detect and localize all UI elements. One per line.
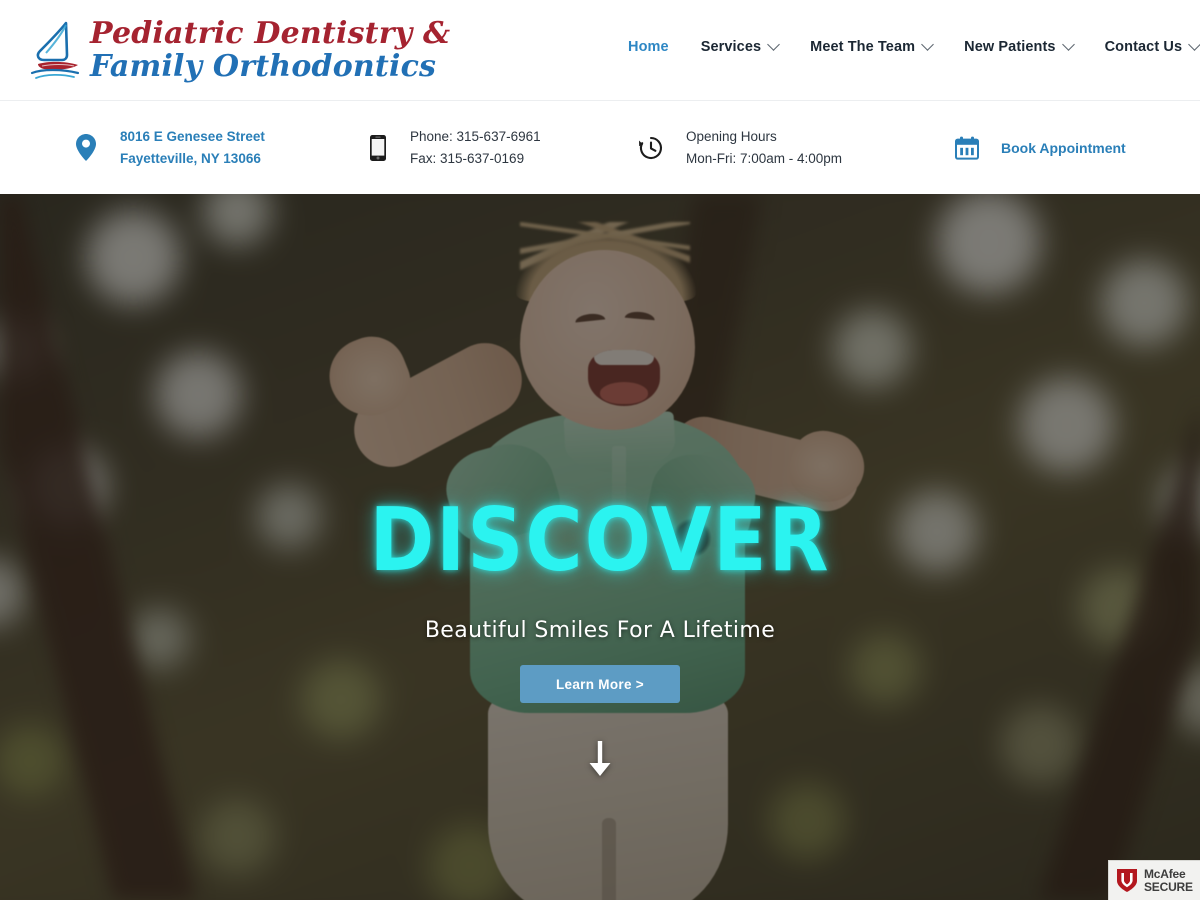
nav-label: New Patients [964,39,1056,55]
contact-info-bar: 8016 E Genesee Street Fayetteville, NY 1… [0,101,1200,194]
address-line-2: Fayetteville, NY 13066 [120,150,261,166]
info-address[interactable]: 8016 E Genesee Street Fayetteville, NY 1… [76,126,265,170]
map-pin-icon [76,134,96,161]
nav-item-services[interactable]: Services [685,38,794,55]
arrow-down-icon[interactable] [585,739,615,784]
nav-item-contact-us[interactable]: Contact Us [1089,38,1200,55]
nav-item-home[interactable]: Home [612,39,685,55]
calendar-icon [955,136,979,160]
brand-line-2: Family Orthodontics [90,48,437,84]
nav-item-new-patients[interactable]: New Patients [948,38,1088,55]
chevron-down-icon [921,38,935,51]
mcafee-shield-icon [1117,869,1137,892]
mobile-phone-icon [370,134,386,161]
hours-title: Opening Hours [686,128,777,144]
clock-history-icon [638,135,664,161]
learn-more-button[interactable]: Learn More > [520,665,680,703]
main-navigation: Home Services Meet The Team New Patients… [612,38,1200,55]
mcafee-brand: McAfee [1144,866,1186,881]
info-book-appointment[interactable]: Book Appointment [955,136,1126,160]
nav-label: Contact Us [1104,39,1183,55]
hero-dark-overlay [0,194,1200,900]
chevron-down-icon [767,38,781,51]
hero-banner: DISCOVER Beautiful Smiles For A Lifetime… [0,194,1200,900]
nav-label: Services [700,39,762,55]
brand-line-1: Pediatric Dentistry & [90,15,451,51]
fax-line: Fax: 315-637-0169 [410,150,525,166]
info-phone[interactable]: Phone: 315-637-6961 Fax: 315-637-0169 [370,126,541,170]
site-header: Pediatric Dentistry & Family Orthodontic… [0,0,1200,101]
nav-label: Home [628,39,669,55]
chevron-down-icon [1061,38,1075,51]
info-hours: Opening Hours Mon-Fri: 7:00am - 4:00pm [638,126,842,170]
mcafee-secure-badge[interactable]: McAfee SECURE [1108,860,1200,900]
book-appointment-link[interactable]: Book Appointment [1001,140,1126,156]
hours-value: Mon-Fri: 7:00am - 4:00pm [686,150,843,166]
nav-label: Meet The Team [810,39,916,55]
chevron-down-icon [1188,38,1200,51]
address-line-1: 8016 E Genesee Street [120,128,265,144]
phone-line: Phone: 315-637-6961 [410,128,541,144]
tooth-sailboat-logo-icon [30,21,80,79]
nav-item-meet-the-team[interactable]: Meet The Team [794,38,948,55]
mcafee-secure-label: SECURE [1144,879,1193,894]
brand-logo[interactable]: Pediatric Dentistry & Family Orthodontic… [0,15,451,84]
